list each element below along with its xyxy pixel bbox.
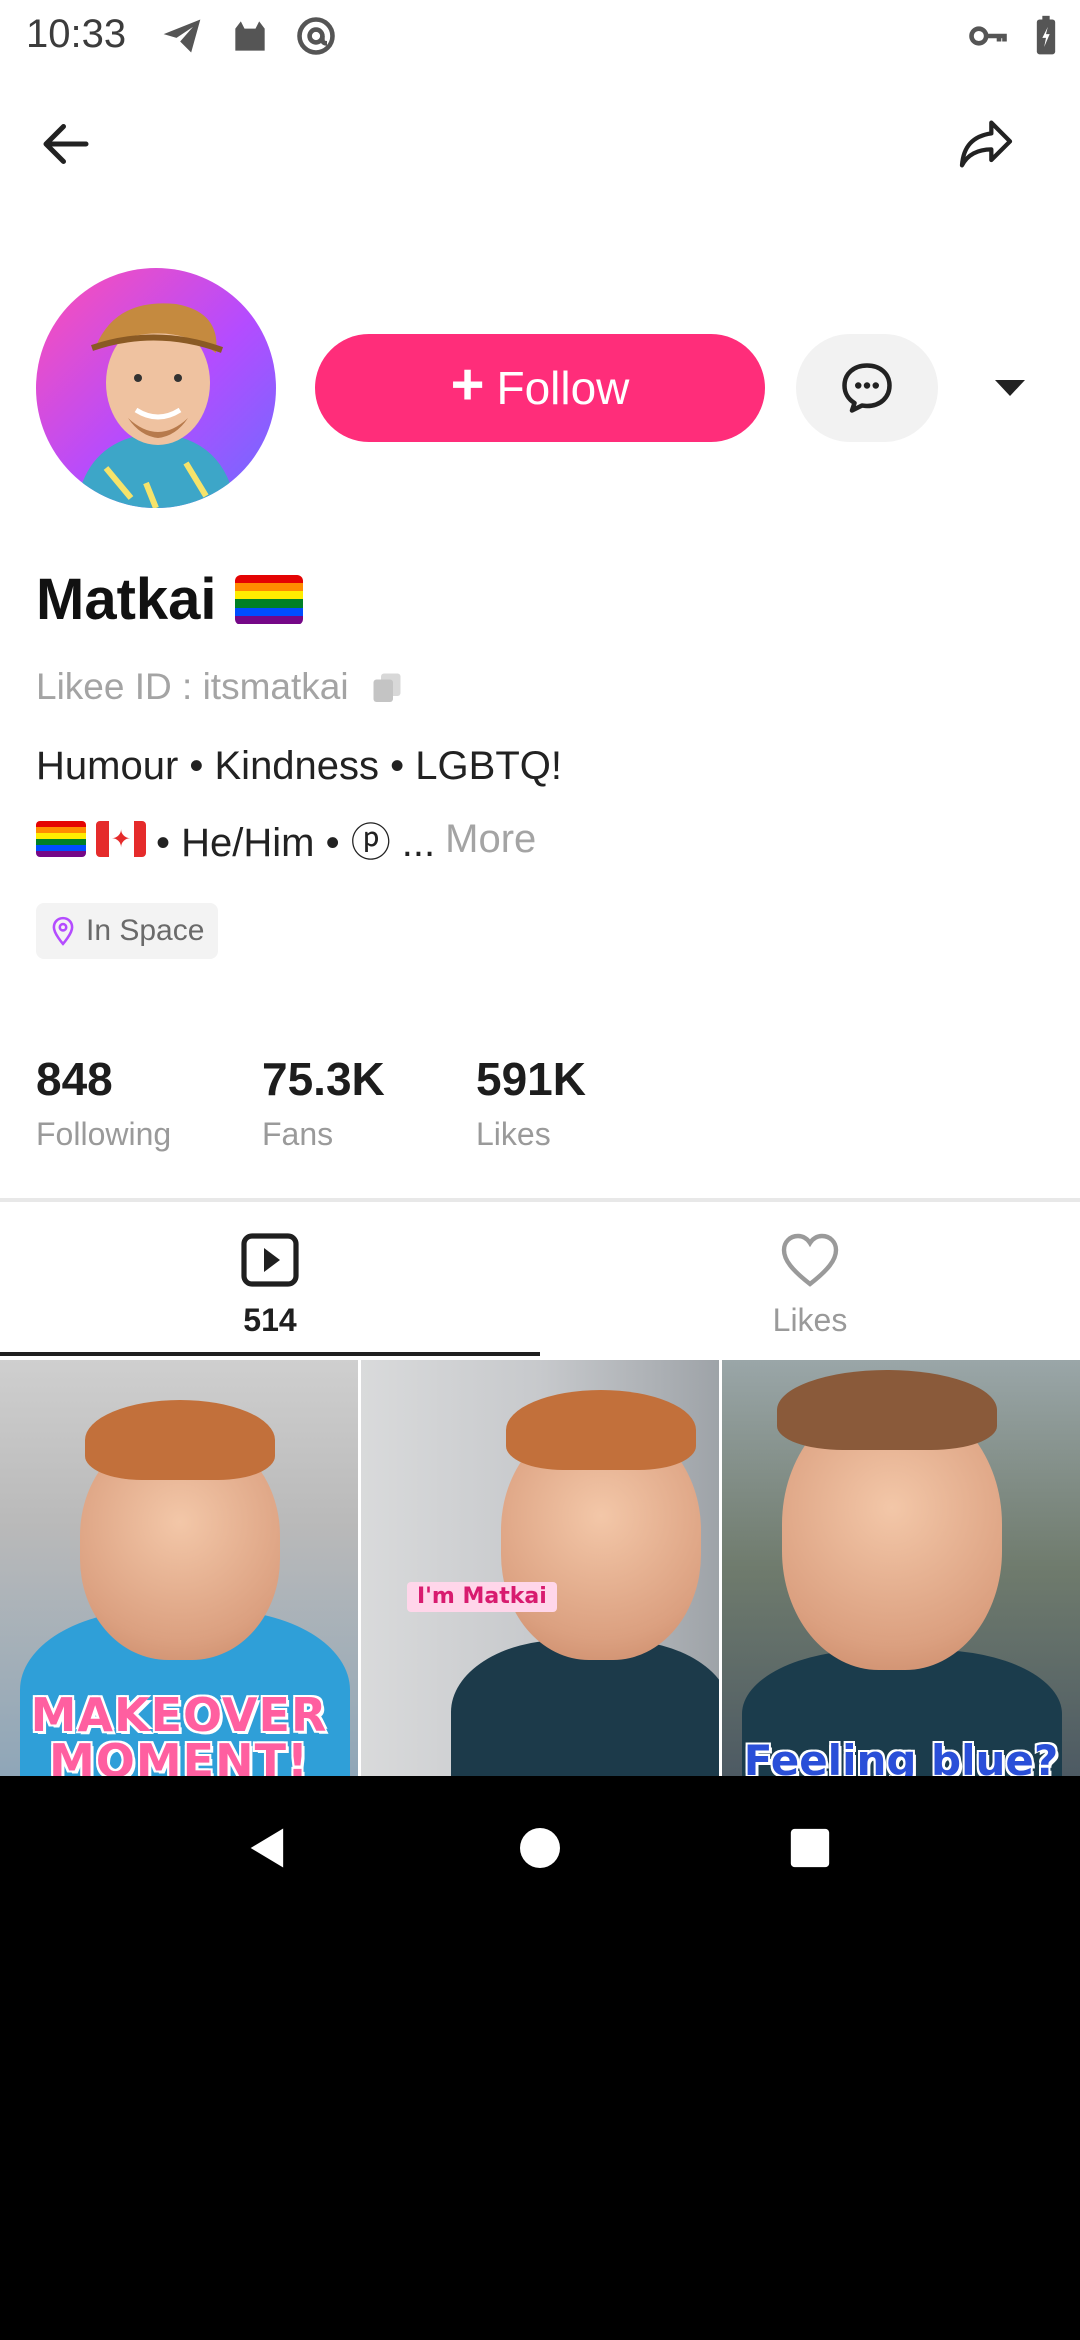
- bio-line-2: ✦ • He/Him • ⓟ ... More: [36, 810, 536, 868]
- tab-videos[interactable]: 514: [0, 1232, 540, 1339]
- likee-id-row: Likee ID : itsmatkai: [36, 666, 405, 708]
- heart-icon: [781, 1233, 839, 1287]
- stat-value: 591K: [476, 1053, 586, 1105]
- stat-value: 75.3K: [262, 1053, 385, 1105]
- stat-label: Fans: [262, 1116, 334, 1152]
- caret-down-icon: [995, 380, 1025, 396]
- follow-label: Follow: [496, 362, 630, 414]
- tab-likes-label: Likes: [772, 1302, 848, 1338]
- follow-button[interactable]: + Follow: [315, 334, 765, 442]
- video-thumbnail[interactable]: MAKEOVER MOMENT!: [0, 1360, 358, 1776]
- status-bar: 10:33: [0, 0, 1080, 72]
- more-dropdown-button[interactable]: [990, 370, 1030, 406]
- battery-icon: [1036, 15, 1056, 55]
- video-grid: MAKEOVER MOMENT! I'm Matkai Feeling blue…: [0, 1360, 1080, 1776]
- tab-active-indicator: [0, 1352, 540, 1356]
- likee-id: Likee ID : itsmatkai: [36, 666, 349, 707]
- stat-value: 848: [36, 1053, 113, 1105]
- video-caption: I'm Matkai: [407, 1582, 557, 1612]
- telegram-icon: [163, 19, 201, 53]
- copy-icon[interactable]: [369, 669, 405, 705]
- profile-name-row: Matkai: [36, 566, 303, 633]
- system-nav-bar: [0, 1776, 1080, 1916]
- bio-line-1: Humour • Kindness • LGBTQ!: [36, 744, 562, 788]
- plus-icon: +: [450, 352, 485, 417]
- chat-bubble-icon: [842, 363, 892, 413]
- rainbow-flag-emoji: [234, 574, 303, 625]
- nav-back-button[interactable]: [232, 1812, 304, 1884]
- share-arrow-icon: [959, 120, 1013, 168]
- divider: [0, 1198, 1080, 1202]
- at-icon: [297, 17, 335, 55]
- video-play-icon: [241, 1233, 299, 1287]
- share-button[interactable]: [950, 108, 1022, 180]
- cat-icon: [235, 21, 265, 51]
- location-chip: In Space: [36, 903, 219, 959]
- stat-label: Following: [36, 1116, 172, 1152]
- avatar-photo: [76, 303, 236, 508]
- location-label: In Space: [86, 914, 205, 947]
- video-caption: MAKEOVER MOMENT!: [30, 1688, 328, 1776]
- video-thumbnail[interactable]: I'm Matkai: [361, 1360, 719, 1776]
- back-button[interactable]: [30, 108, 102, 180]
- stat-fans[interactable]: 75.3K Fans: [262, 1052, 385, 1153]
- square-recents-icon: [790, 1828, 830, 1868]
- bio-more-link[interactable]: More: [445, 817, 536, 862]
- nav-home-button[interactable]: [504, 1812, 576, 1884]
- rainbow-flag-emoji: [36, 821, 86, 857]
- arrow-left-icon: [43, 124, 89, 164]
- avatar[interactable]: [36, 268, 276, 508]
- stat-following[interactable]: 848 Following: [36, 1052, 171, 1153]
- bio-line-2-text: • He/Him • ⓟ ...: [156, 821, 436, 865]
- profile-screen: 10:33 + Follow Matkai Likee ID: itsmatk…: [0, 0, 1080, 1776]
- nav-recents-button[interactable]: [774, 1812, 846, 1884]
- location-pin-icon: [52, 916, 74, 946]
- profile-name: Matkai: [36, 567, 217, 632]
- status-time: 10:33: [26, 12, 127, 56]
- circle-home-icon: [520, 1828, 560, 1868]
- canada-flag-emoji: ✦: [96, 821, 146, 857]
- tab-likes[interactable]: Likes: [540, 1232, 1080, 1339]
- message-button[interactable]: [796, 334, 938, 442]
- tab-videos-count: 514: [243, 1302, 297, 1338]
- stat-likes[interactable]: 591K Likes: [476, 1052, 586, 1153]
- video-thumbnail[interactable]: Feeling blue?: [722, 1360, 1080, 1776]
- video-caption: Feeling blue?: [743, 1736, 1059, 1777]
- triangle-back-icon: [250, 1828, 284, 1868]
- vpn-key-icon: [969, 26, 1007, 46]
- stat-label: Likes: [476, 1116, 551, 1152]
